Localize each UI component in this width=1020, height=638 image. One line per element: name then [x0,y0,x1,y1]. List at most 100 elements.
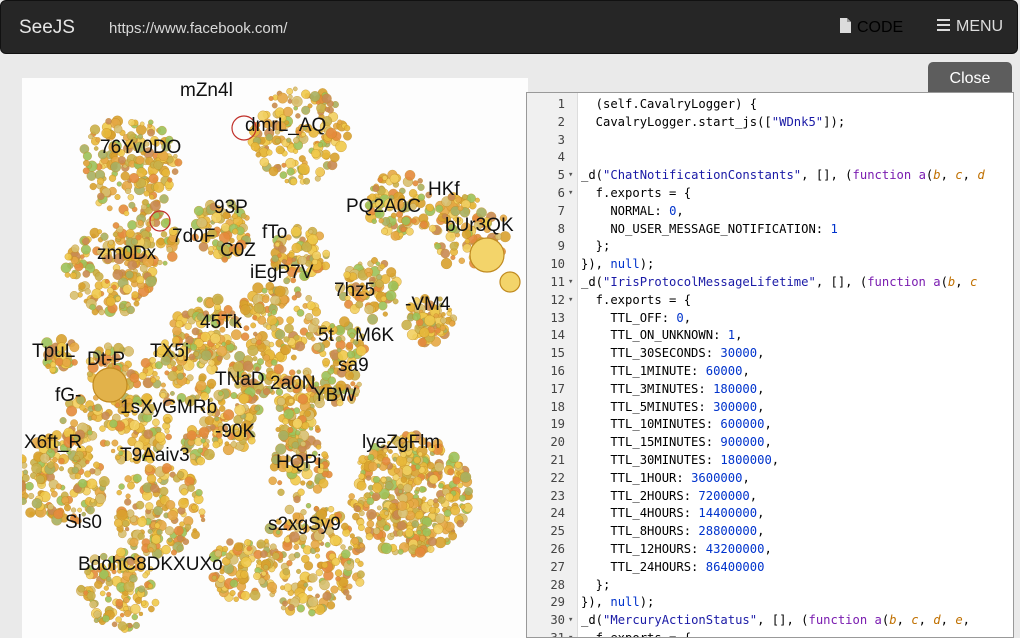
bubble[interactable] [252,315,258,321]
menu-button[interactable]: MENU [937,18,1003,36]
bubble[interactable] [187,484,195,492]
bubble[interactable] [162,260,168,266]
cluster-label[interactable]: fG- [55,385,81,407]
bubble[interactable] [138,611,144,617]
bubble[interactable] [165,500,176,510]
bubble[interactable] [266,315,278,326]
bubble[interactable] [327,376,337,385]
bubble[interactable] [449,241,459,251]
bubble[interactable] [297,393,309,405]
bubble[interactable] [347,545,353,551]
bubble[interactable] [392,298,399,305]
bubble[interactable] [240,556,252,568]
bubble[interactable] [200,438,206,444]
bubble[interactable] [50,487,55,493]
bubble[interactable] [157,259,163,266]
bubble[interactable] [452,476,461,485]
bubble[interactable] [315,167,325,177]
fold-toggle-icon[interactable]: ▾ [568,292,573,310]
bubble[interactable] [55,483,62,490]
bubble[interactable] [296,568,302,574]
bubble[interactable] [298,174,304,180]
bubble[interactable] [322,591,332,601]
bubble[interactable] [324,541,331,548]
bubble[interactable] [105,595,112,603]
bubble[interactable] [164,428,170,434]
cluster-label[interactable]: YBW [313,385,356,407]
bubble[interactable] [119,612,125,618]
bubble[interactable] [416,529,422,535]
bubble[interactable] [214,344,220,349]
bubble[interactable] [450,255,456,261]
bubble[interactable] [109,419,118,429]
bubble[interactable] [352,512,360,521]
bubble[interactable] [115,616,122,623]
bubble[interactable] [281,162,287,168]
bubble[interactable] [376,505,382,511]
bubble[interactable] [87,429,93,436]
bubble[interactable] [277,488,285,496]
bubble[interactable] [285,157,296,169]
bubble[interactable] [303,582,309,588]
bubble[interactable] [99,590,106,597]
bubble[interactable] [200,517,206,523]
bubble[interactable] [117,621,128,631]
bubble[interactable] [156,528,163,536]
bubble[interactable] [165,433,172,441]
bubble[interactable] [413,456,421,464]
cluster-label[interactable]: s2xgSy9 [268,514,341,536]
bubble[interactable] [282,418,289,425]
bubble[interactable] [279,171,288,179]
bubble[interactable] [167,370,178,382]
bubble[interactable] [279,303,285,309]
bubble[interactable] [277,92,289,104]
bubble[interactable] [133,300,140,307]
cluster-label[interactable]: BdohC8DKXUXo [78,554,223,576]
bubble[interactable] [318,478,329,489]
bubble[interactable] [337,119,343,125]
bubble[interactable] [287,94,293,100]
cluster-label[interactable]: sa9 [338,355,369,377]
fold-toggle-icon[interactable]: ▾ [568,185,573,203]
bubble[interactable] [123,210,130,217]
bubble[interactable] [380,295,387,302]
bubble[interactable] [255,339,262,346]
cluster-label[interactable]: 1sXyGMRb [120,397,217,419]
bubble[interactable] [334,569,343,577]
bubble[interactable] [331,557,340,566]
bubble[interactable] [327,506,335,513]
bubble[interactable] [401,319,412,331]
bubble[interactable] [127,481,135,490]
bubble[interactable] [223,409,235,421]
bubble[interactable] [31,462,43,474]
bubble[interactable] [157,478,163,483]
bubble[interactable] [321,93,332,104]
bubble[interactable] [191,530,200,540]
bubble[interactable] [195,489,203,497]
bubble[interactable] [443,509,452,518]
bubble[interactable] [408,480,414,486]
bubble[interactable] [340,522,349,531]
bubble[interactable] [132,473,142,483]
bubble[interactable] [388,494,395,501]
bubble[interactable] [366,272,372,278]
bubble[interactable] [136,167,147,178]
bubble[interactable] [325,127,337,139]
bubble[interactable] [291,96,303,108]
bubble[interactable] [196,456,206,466]
bubble[interactable] [142,199,149,206]
bubble[interactable] [351,537,359,545]
bubble[interactable] [132,621,140,629]
bubble[interactable] [167,537,173,543]
bubble[interactable] [426,203,434,212]
bubble[interactable] [83,160,90,167]
bubble[interactable] [247,344,259,357]
bubble[interactable] [434,513,446,524]
bubble[interactable] [124,610,132,618]
cluster-label[interactable]: TNaD [215,369,265,391]
bubble[interactable] [129,419,140,431]
bubble[interactable] [126,305,135,315]
bubble[interactable] [415,510,424,520]
bubble[interactable] [246,545,252,552]
bubble[interactable] [319,579,330,591]
